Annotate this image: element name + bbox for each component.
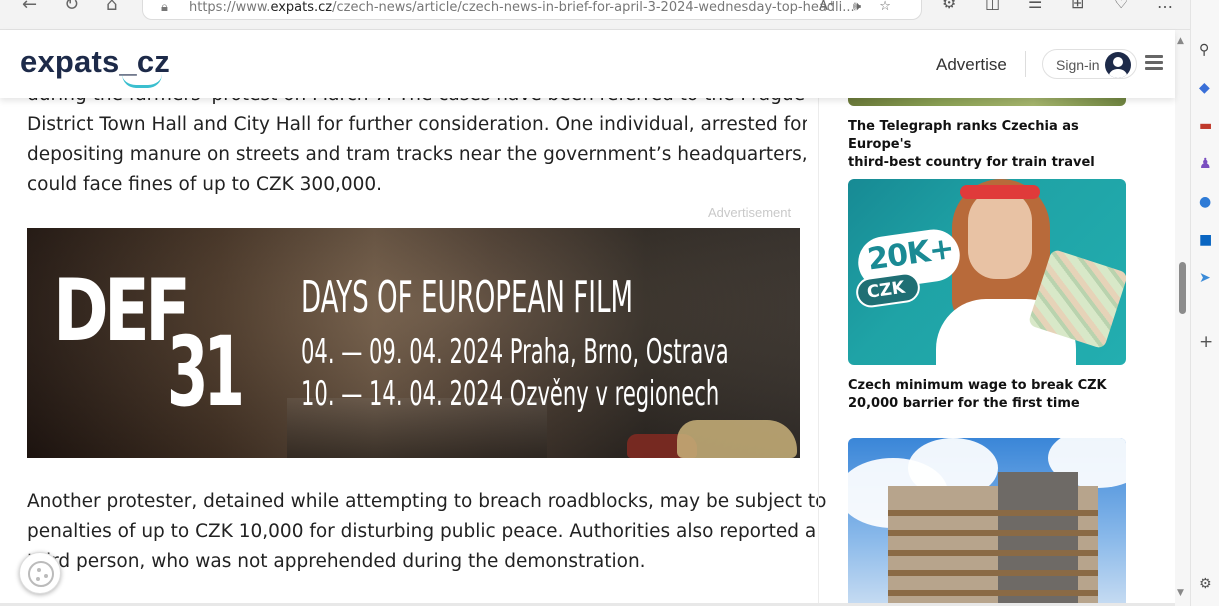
sidebar-divider — [818, 98, 819, 606]
browser-side-panel: ⚲ ◆ ▬ ♟ ● ■ ➤ + ⚙ — [1190, 0, 1219, 606]
refresh-icon[interactable]: ↻ — [64, 0, 79, 15]
film-festival-ad-banner[interactable]: DEF 31 DAYS OF EUROPEAN FILM 04. — 09. 0… — [27, 228, 800, 458]
banner-number: 31 — [167, 316, 245, 428]
home-icon[interactable]: ⌂ — [106, 0, 117, 15]
toolbox-icon[interactable]: ▬ — [1199, 118, 1212, 134]
page-scrollbar[interactable] — [1175, 30, 1190, 606]
settings-gear-icon[interactable]: ⚙ — [1199, 576, 1212, 592]
address-bar-tools[interactable]: A⁺ 🕪 ☆ — [819, 0, 891, 14]
more-icon[interactable]: … — [1157, 0, 1190, 12]
sign-in-label: Sign-in — [1056, 57, 1100, 73]
browser-toolbar: ← ↻ ⌂ 🔒︎ https://www.expats.cz/czech-new… — [0, 0, 1190, 30]
banner-title: DAYS OF EUROPEAN FILM — [301, 272, 634, 323]
paragraph-line: could face fines of up to CZK 300,000. — [27, 174, 383, 195]
performance-icon[interactable]: ♡ — [1114, 0, 1157, 12]
address-bar[interactable]: 🔒︎ https://www.expats.cz/czech-news/arti… — [142, 0, 922, 20]
cookie-icon — [28, 561, 54, 587]
collections-icon[interactable]: ⊞ — [1071, 0, 1114, 12]
games-icon[interactable]: ♟ — [1199, 156, 1212, 172]
outlook-icon[interactable]: ■ — [1199, 232, 1212, 248]
favorites-icon[interactable]: ☰ — [1028, 0, 1071, 12]
lock-icon[interactable]: 🔒︎ — [161, 0, 168, 15]
paragraph-line: District Town Hall and City Hall for fur… — [27, 114, 807, 135]
logo-smile — [122, 74, 162, 88]
user-icon — [1105, 52, 1131, 78]
extensions-icon[interactable]: ⚙︎ — [942, 0, 985, 12]
article-thumbnail[interactable]: 20K+ CZK — [848, 179, 1126, 365]
url-text[interactable]: https://www.expats.cz/czech-news/article… — [189, 0, 855, 15]
banner-dates-line-1: 04. — 09. 04. 2024 Praha, Brno, Ostrava — [301, 332, 729, 372]
banner-dates-line-2: 10. — 14. 04. 2024 Ozvěny v regionech — [301, 374, 720, 414]
article-thumbnail[interactable] — [848, 438, 1126, 606]
cookie-settings-button[interactable] — [19, 552, 61, 594]
tag-icon[interactable]: ◆ — [1199, 80, 1210, 96]
paragraph-line: third person, who was not apprehended du… — [27, 551, 646, 572]
browser-extension-icons[interactable]: ⚙︎ ◫ ☰ ⊞ ♡… — [942, 0, 1190, 12]
send-icon[interactable]: ➤ — [1199, 270, 1211, 286]
sidebar-article-title[interactable]: Czech minimum wage to break CZK 20,000 b… — [848, 377, 1138, 413]
scrollbar-thumb[interactable] — [1179, 262, 1186, 314]
advertise-link[interactable]: Advertise — [936, 55, 1007, 75]
advertisement-label: Advertisement — [708, 205, 792, 220]
add-icon[interactable]: + — [1199, 332, 1213, 352]
sign-in-button[interactable]: Sign-in — [1042, 49, 1137, 79]
site-header: expats_cz Advertise Sign-in — [0, 30, 1175, 98]
hamburger-menu-icon[interactable] — [1145, 55, 1163, 71]
sidebar-article-title[interactable]: The Telegraph ranks Czechia as Europe's … — [848, 118, 1138, 172]
site-logo[interactable]: expats_cz — [20, 44, 170, 88]
paragraph-line: Another protester, detained while attemp… — [27, 491, 827, 512]
paragraph-line: depositing manure on streets and tram tr… — [27, 144, 807, 165]
back-icon[interactable]: ← — [22, 0, 37, 15]
car-image — [677, 420, 797, 458]
scroll-down-icon[interactable]: ▼ — [1177, 588, 1184, 598]
copilot-icon[interactable]: ● — [1199, 194, 1211, 210]
split-screen-icon[interactable]: ◫ — [985, 0, 1028, 12]
article-paragraph: Another protester, detained while attemp… — [27, 487, 826, 577]
header-divider — [1025, 51, 1026, 77]
search-icon[interactable]: ⚲ — [1199, 42, 1209, 58]
scroll-up-icon[interactable]: ▲ — [1177, 36, 1184, 46]
paragraph-line: penalties of up to CZK 10,000 for distur… — [27, 521, 817, 542]
